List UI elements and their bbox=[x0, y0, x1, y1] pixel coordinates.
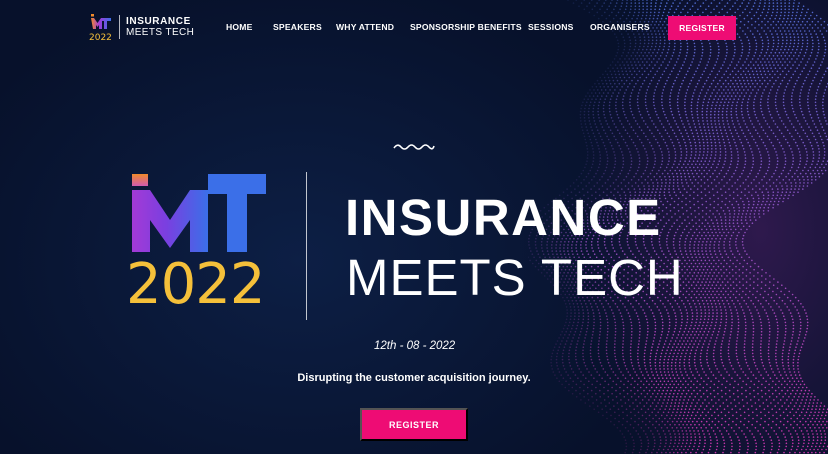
hero-divider bbox=[306, 172, 307, 320]
hero-logo-year: 2022 bbox=[126, 252, 266, 317]
imt-logo-large-icon bbox=[132, 174, 266, 252]
header-register-button[interactable]: REGISTER bbox=[668, 16, 736, 40]
logo-wordmark: INSURANCE MEETS TECH bbox=[126, 16, 194, 38]
hero-title-line-2: MEETS TECH bbox=[346, 249, 684, 306]
hero-tagline: Disrupting the customer acquisition jour… bbox=[297, 372, 531, 384]
header-logo-year: 2022 bbox=[89, 33, 112, 41]
wave-icon bbox=[393, 144, 435, 150]
main-nav: HOME SPEAKERS WHY ATTEND SPONSORSHIP BEN… bbox=[226, 22, 670, 32]
hero-title-line-1: INSURANCE bbox=[345, 189, 662, 246]
nav-organisers[interactable]: ORGANISERS bbox=[590, 22, 670, 32]
nav-home[interactable]: HOME bbox=[226, 22, 273, 32]
logo-line-1: INSURANCE bbox=[126, 16, 191, 27]
nav-why-attend[interactable]: WHY ATTEND bbox=[336, 22, 410, 32]
header-logo[interactable]: 2022 INSURANCE MEETS TECH bbox=[88, 12, 198, 42]
site-header: 2022 INSURANCE MEETS TECH HOME SPEAKERS … bbox=[0, 0, 828, 56]
hero-register-button[interactable]: REGISTER bbox=[360, 408, 468, 441]
logo-line-2: MEETS TECH bbox=[126, 27, 195, 38]
nav-sessions[interactable]: SESSIONS bbox=[528, 22, 590, 32]
imt-logo-icon: 2022 bbox=[89, 14, 112, 41]
event-date: 12th - 08 - 2022 bbox=[374, 340, 456, 352]
nav-sponsorship-benefits[interactable]: SPONSORSHIP BENEFITS bbox=[410, 22, 528, 32]
logo-divider bbox=[119, 15, 120, 39]
nav-speakers[interactable]: SPEAKERS bbox=[273, 22, 336, 32]
